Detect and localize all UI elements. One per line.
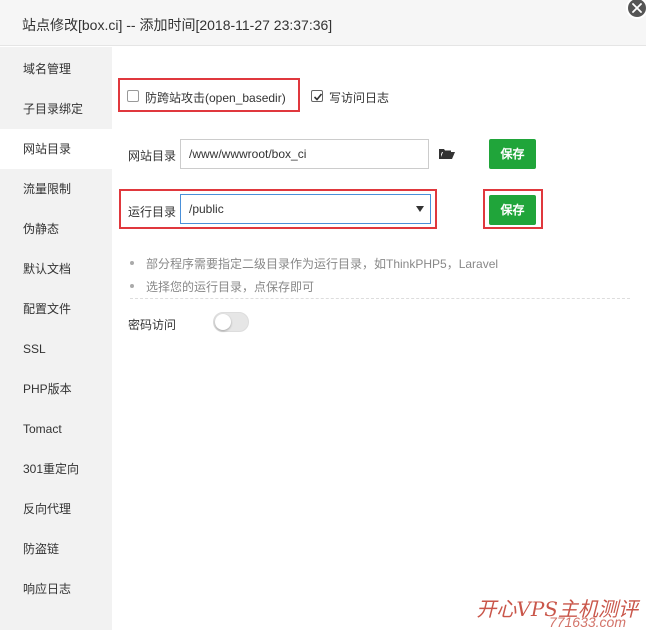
sidebar-item-traffic[interactable]: 流量限制 [0,169,112,209]
toggle-knob [215,314,231,330]
bullet-icon [130,260,134,265]
sidebar-item-tomcat[interactable]: Tomact [0,409,112,449]
sidebar-item-default-doc[interactable]: 默认文档 [0,249,112,289]
site-edit-dialog: 站点修改[box.ci] -- 添加时间[2018-11-27 23:37:36… [0,0,646,630]
sidebar-item-config[interactable]: 配置文件 [0,289,112,329]
sidebar-item-log[interactable]: 响应日志 [0,569,112,609]
anti-xss-label: 防跨站攻击(open_basedir) [145,91,286,105]
run-dir-save-button[interactable]: 保存 [489,195,536,225]
sidebar-item-domain[interactable]: 域名管理 [0,49,112,89]
password-access-label: 密码访问 [128,318,177,332]
sidebar-item-php[interactable]: PHP版本 [0,369,112,409]
dropdown-arrow-icon [416,206,424,212]
site-dir-label: 网站目录 [128,149,177,163]
check-icon [313,93,323,101]
anti-xss-checkbox[interactable] [127,90,139,102]
site-dir-input[interactable]: /www/wwwroot/box_ci [180,139,429,169]
tip-item: 选择您的运行目录，点保存即可 [130,278,314,295]
access-log-label: 写访问日志 [329,91,390,105]
folder-icon[interactable] [439,148,455,160]
main-panel: 防跨站攻击(open_basedir) 写访问日志 网站目录 /www/wwwr… [112,47,646,630]
sidebar-item-proxy[interactable]: 反向代理 [0,489,112,529]
sidebar: 域名管理 子目录绑定 网站目录 流量限制 伪静态 默认文档 配置文件 SSL P… [0,47,112,630]
sidebar-item-subdir[interactable]: 子目录绑定 [0,89,112,129]
close-button[interactable] [626,0,646,19]
sidebar-item-redirect[interactable]: 301重定向 [0,449,112,489]
access-log-checkbox[interactable] [311,90,323,102]
close-icon [632,3,642,13]
sidebar-item-hotlink[interactable]: 防盗链 [0,529,112,569]
bullet-icon [130,283,134,288]
site-dir-save-button[interactable]: 保存 [489,139,536,169]
run-dir-selected-value: /public [189,202,224,216]
sidebar-item-ssl[interactable]: SSL [0,329,112,369]
run-dir-select[interactable]: /public [180,194,431,224]
watermark-url: 771633.com [548,614,626,630]
dialog-titlebar: 站点修改[box.ci] -- 添加时间[2018-11-27 23:37:36… [0,0,646,46]
sidebar-item-site-dir[interactable]: 网站目录 [0,129,112,169]
divider [130,298,630,299]
run-dir-label: 运行目录 [128,205,177,219]
password-access-toggle[interactable] [213,312,249,332]
dialog-title: 站点修改[box.ci] -- 添加时间[2018-11-27 23:37:36… [22,17,333,33]
tip-item: 部分程序需要指定二级目录作为运行目录，如ThinkPHP5，Laravel [130,255,498,272]
sidebar-item-rewrite[interactable]: 伪静态 [0,209,112,249]
